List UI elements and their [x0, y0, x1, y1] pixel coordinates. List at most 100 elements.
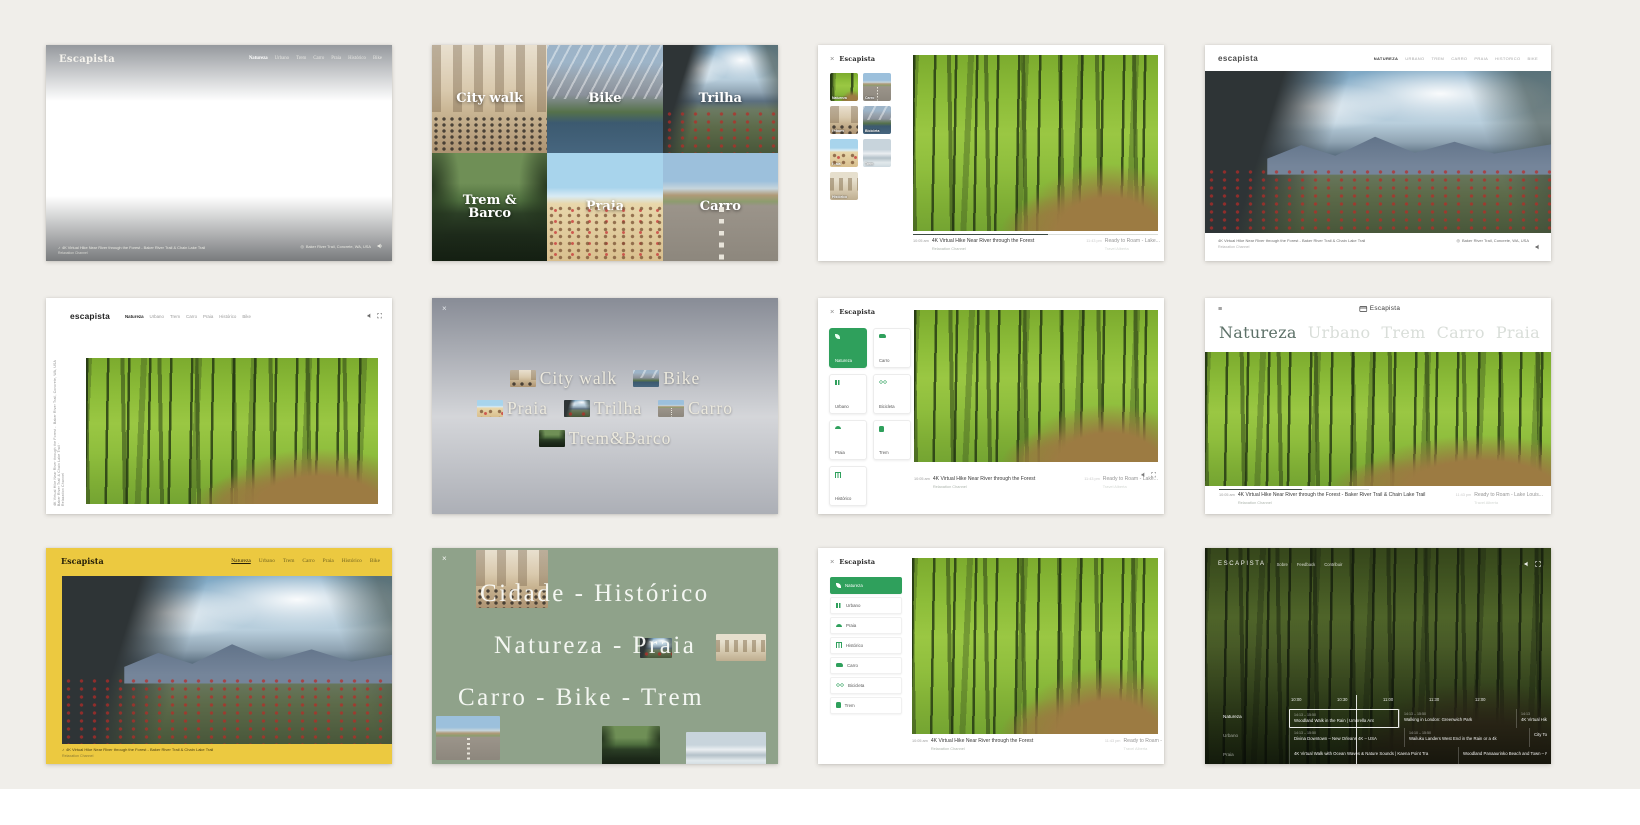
- logo[interactable]: Escapista: [1359, 305, 1400, 312]
- guide-cell[interactable]: 14:13 – 15:50 Woodland Walk in the Rain …: [1289, 709, 1399, 728]
- close-icon[interactable]: ×: [830, 55, 834, 63]
- close-icon[interactable]: ×: [830, 308, 834, 316]
- list-item-urbano[interactable]: Urbano: [830, 597, 902, 614]
- nav-praia[interactable]: Praia: [203, 314, 213, 319]
- menu-line-carro-bike-trem[interactable]: Carro - Bike - Trem: [458, 684, 704, 712]
- guide-cell[interactable]: 14:13 4K Virtual Hike Near River T: [1516, 709, 1551, 728]
- logo[interactable]: escapista: [70, 311, 110, 321]
- menu-item-carro[interactable]: Carro: [658, 398, 733, 419]
- thumb-trem[interactable]: Trem: [863, 139, 891, 167]
- logo[interactable]: ESCAPISTA: [1218, 561, 1266, 567]
- guide-cell[interactable]: 4K Virtual Walk with Ocean Waves & Natur…: [1289, 747, 1458, 764]
- list-item-praia[interactable]: Praia: [830, 617, 902, 634]
- close-icon[interactable]: ×: [830, 558, 834, 566]
- progress-bar[interactable]: [913, 234, 1158, 235]
- logo[interactable]: Escapista: [839, 558, 875, 566]
- list-item-bicicleta[interactable]: Bicicleta: [830, 677, 902, 694]
- category-tile-praia[interactable]: Praia: [547, 153, 662, 261]
- tab-natureza[interactable]: Natureza: [1219, 323, 1297, 342]
- category-tile-carro[interactable]: Carro: [663, 153, 778, 261]
- guide-cell[interactable]: 14:13 – 15:50 Divina Downtown – New Orle…: [1289, 728, 1404, 747]
- menu-line-natureza-praia[interactable]: Natureza - Praia: [494, 632, 696, 660]
- card-bicicleta[interactable]: Bicicleta: [873, 374, 911, 414]
- guide-cell[interactable]: 14:10 – 15:50 Wailuku Landers West End i…: [1404, 728, 1529, 747]
- menu-item-trilha[interactable]: Trilha: [564, 398, 642, 419]
- category-tile-bike[interactable]: Bike: [547, 45, 662, 153]
- card-natureza[interactable]: Natureza: [829, 328, 867, 368]
- nav-historico[interactable]: Histórico: [348, 56, 366, 61]
- nav-bike[interactable]: Bike: [373, 56, 382, 61]
- nav-urbano[interactable]: Urbano: [150, 314, 164, 319]
- nav-carro[interactable]: Carro: [186, 314, 197, 319]
- list-item-trem[interactable]: Trem: [830, 697, 902, 714]
- nav-bike[interactable]: Bike: [370, 558, 380, 564]
- card-praia[interactable]: Praia: [829, 420, 867, 460]
- nav-urbano[interactable]: Urbano: [259, 558, 275, 564]
- speaker-icon[interactable]: [1524, 555, 1530, 573]
- nav-urbano[interactable]: Urbano: [275, 56, 289, 61]
- nav-natureza[interactable]: Natureza: [231, 558, 250, 564]
- thumb-praia[interactable]: Praia: [830, 139, 858, 167]
- list-item-historico[interactable]: Histórico: [830, 637, 902, 654]
- nav-sobre[interactable]: Sobre: [1277, 562, 1288, 567]
- tab-trem[interactable]: Trem: [1381, 323, 1425, 342]
- nav-trem[interactable]: TREM: [1431, 56, 1444, 61]
- logo[interactable]: escapista: [1218, 54, 1258, 63]
- speaker-icon[interactable]: [367, 307, 373, 325]
- forest-video-player[interactable]: [1205, 352, 1551, 486]
- logo[interactable]: Escapista: [839, 308, 875, 316]
- nav-trem[interactable]: Trem: [283, 558, 294, 564]
- guide-cell[interactable]: 14:13 – 15:50 Walking in London: Greenwi…: [1399, 709, 1516, 728]
- nav-praia[interactable]: Praia: [323, 558, 334, 564]
- forest-video-player[interactable]: [913, 55, 1158, 231]
- speaker-icon[interactable]: [1535, 238, 1541, 256]
- thumb-urbano[interactable]: Urbano: [830, 106, 858, 134]
- guide-cell[interactable]: Woodland Panaaurinko Beach and Town – PH: [1458, 747, 1551, 764]
- nav-historico[interactable]: HISTORICO: [1495, 56, 1520, 61]
- nav-trem[interactable]: Trem: [170, 314, 180, 319]
- thumb-bicicleta[interactable]: Bicicleta: [863, 106, 891, 134]
- thumb-historico[interactable]: Histórico: [830, 172, 858, 200]
- close-icon[interactable]: ×: [442, 554, 447, 563]
- menu-item-bike[interactable]: Bike: [633, 368, 700, 389]
- fullscreen-icon[interactable]: [377, 307, 383, 325]
- card-historico[interactable]: Histórico: [829, 466, 867, 506]
- nav-historico[interactable]: Histórico: [342, 558, 362, 564]
- nav-carro[interactable]: CARRO: [1451, 56, 1467, 61]
- menu-line-cidade-historico[interactable]: Cidade - Histórico: [480, 580, 710, 608]
- thumb-carro[interactable]: Carro: [863, 73, 891, 101]
- forest-video-player[interactable]: [914, 310, 1158, 462]
- card-trem[interactable]: Trem: [873, 420, 911, 460]
- nav-carro[interactable]: Carro: [302, 558, 314, 564]
- nav-natureza[interactable]: NATUREZA: [1374, 56, 1399, 61]
- logo[interactable]: Escapista: [839, 55, 875, 63]
- tab-urbano[interactable]: Urbano: [1308, 323, 1371, 342]
- nav-natureza[interactable]: Natureza: [125, 314, 144, 319]
- list-item-natureza[interactable]: Natureza: [830, 577, 902, 594]
- thumb-natureza[interactable]: Natureza: [830, 73, 858, 101]
- nav-trem[interactable]: Trem: [296, 56, 306, 61]
- nav-bike[interactable]: Bike: [242, 314, 251, 319]
- mountain-video-player[interactable]: [1205, 71, 1551, 233]
- forest-video-player[interactable]: [912, 558, 1158, 734]
- category-tile-trilha[interactable]: Trilha: [663, 45, 778, 153]
- nav-contribuir[interactable]: Contribuir: [1324, 562, 1342, 567]
- logo[interactable]: Escapista: [61, 556, 104, 566]
- list-item-carro[interactable]: Carro: [830, 657, 902, 674]
- nav-feedback[interactable]: Feedback: [1297, 562, 1315, 567]
- menu-item-praia[interactable]: Praia: [477, 398, 548, 419]
- nav-historico[interactable]: Histórico: [219, 314, 236, 319]
- menu-item-city-walk[interactable]: City walk: [510, 368, 618, 389]
- card-urbano[interactable]: Urbano: [829, 374, 867, 414]
- tab-carro[interactable]: Carro: [1437, 323, 1485, 342]
- progress-bar[interactable]: [1219, 489, 1369, 490]
- nav-praia[interactable]: PRAIA: [1474, 56, 1488, 61]
- nav-carro[interactable]: Carro: [313, 56, 324, 61]
- menu-item-trem-barco[interactable]: Trem&Barco: [539, 428, 672, 449]
- card-carro[interactable]: Carro: [873, 328, 911, 368]
- fullscreen-icon[interactable]: [1535, 555, 1541, 573]
- category-tile-city-walk[interactable]: City walk: [432, 45, 547, 153]
- nav-bike[interactable]: BIKE: [1527, 56, 1538, 61]
- category-tile-trem-barco[interactable]: Trem & Barco: [432, 153, 547, 261]
- guide-cell[interactable]: City Tours – Walkin: [1529, 728, 1551, 747]
